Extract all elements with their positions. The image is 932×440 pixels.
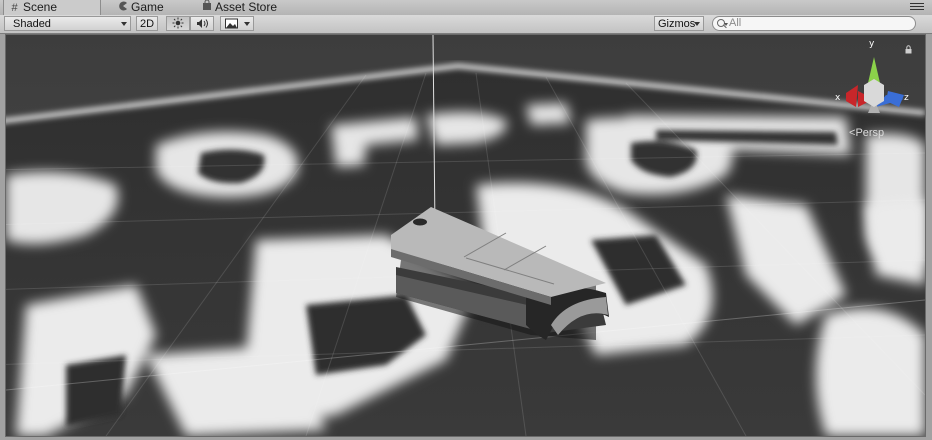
effects-dropdown[interactable] (220, 16, 254, 31)
scene-toolbar: Shaded 2D Gizmos All (0, 15, 932, 34)
lighting-toggle-button[interactable] (166, 16, 190, 31)
tab-game[interactable]: Game (112, 0, 192, 15)
window-menu-icon[interactable] (910, 3, 924, 12)
hierarchy-search-input[interactable]: All (712, 16, 916, 31)
pacman-icon (116, 1, 129, 16)
tab-asset-store[interactable]: Asset Store (196, 0, 316, 15)
tab-scene[interactable]: # Scene (3, 0, 101, 15)
lock-icon[interactable] (905, 45, 912, 57)
axis-z-label: z (904, 93, 909, 103)
chevron-down-icon (121, 22, 127, 26)
toggle-2d-button[interactable]: 2D (136, 16, 158, 31)
sun-icon (172, 17, 184, 30)
grid-icon: # (11, 2, 18, 14)
speaker-icon (196, 18, 209, 30)
projection-toggle[interactable]: <Persp (849, 127, 884, 139)
scene-window: # Scene Game Asset Store Shaded 2D Gizmo… (0, 0, 932, 440)
gizmos-dropdown[interactable]: Gizmos (654, 16, 704, 31)
draw-mode-dropdown[interactable]: Shaded (4, 16, 131, 31)
chevron-down-icon (244, 22, 250, 26)
chevron-down-icon (694, 22, 700, 26)
scene-render (6, 35, 925, 436)
chevron-down-icon (724, 23, 728, 26)
axis-y-label: y (869, 39, 875, 49)
scene-viewport[interactable]: y x z <Persp (5, 34, 926, 437)
axis-x-label: x (835, 93, 841, 103)
audio-toggle-button[interactable] (190, 16, 214, 31)
shopping-bag-icon (200, 0, 213, 16)
image-icon (225, 18, 238, 30)
tab-bar: # Scene Game Asset Store (0, 0, 932, 15)
